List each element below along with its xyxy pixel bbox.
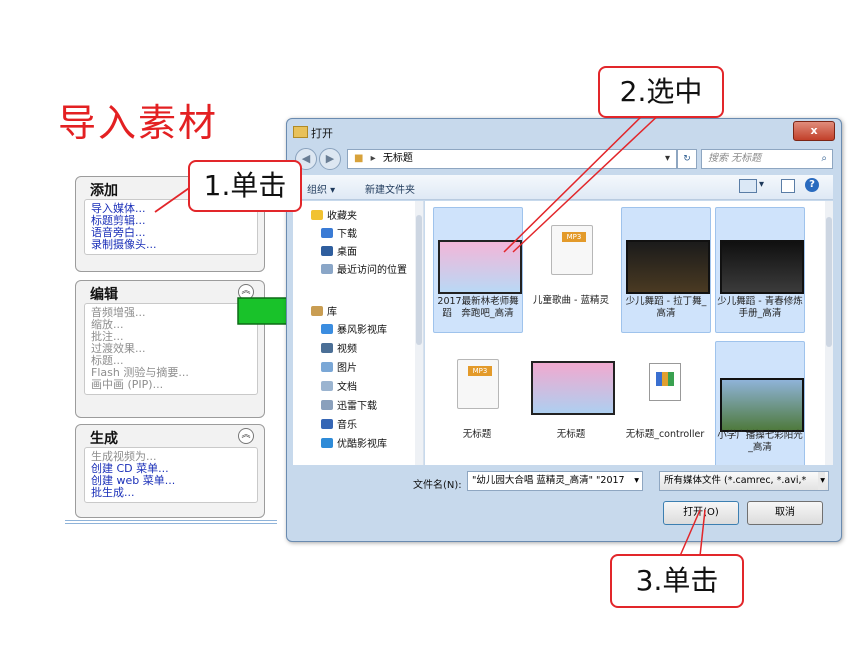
step1-callout: 1.单击 [188,160,302,212]
step3-callout: 3.单击 [610,554,744,608]
step2-callout: 2.选中 [598,66,724,118]
callout-connectors [154,109,706,557]
